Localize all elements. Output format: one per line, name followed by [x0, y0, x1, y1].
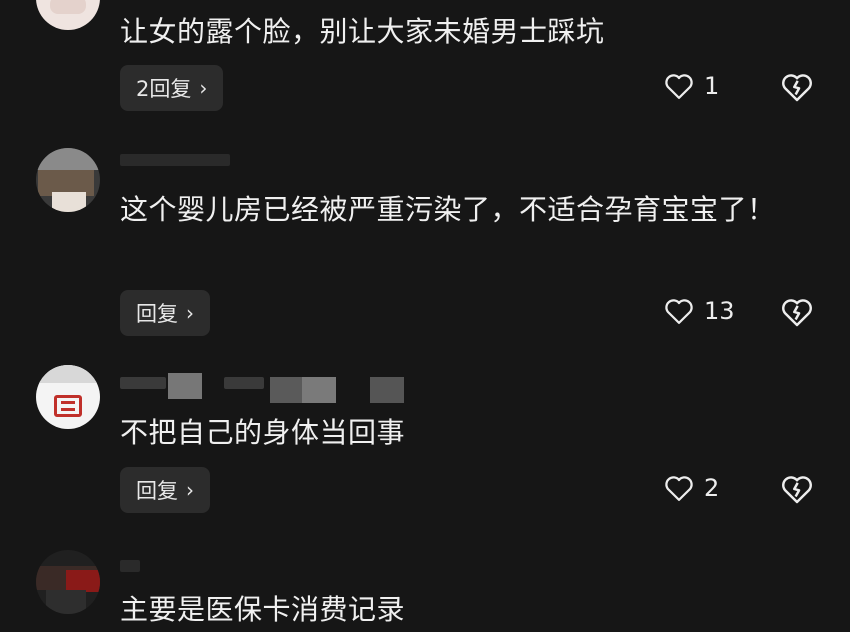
comment-item: 主要是医保卡消费记录 — [0, 548, 850, 632]
reply-label: 回复 — [136, 479, 178, 503]
username[interactable] — [120, 556, 160, 578]
broken-heart-icon[interactable] — [780, 474, 814, 504]
comment-item: 不把自己的身体当回事 回复 › 2 — [0, 365, 850, 530]
username[interactable] — [120, 373, 410, 403]
heart-icon — [665, 476, 693, 501]
comment-item: 这个婴儿房已经被严重污染了，不适合孕育宝宝了！ 回复 › 13 — [0, 140, 850, 350]
like-count: 1 — [704, 72, 720, 100]
chevron-right-icon: › — [199, 76, 208, 100]
like-button[interactable]: 13 — [664, 297, 735, 325]
like-count: 2 — [704, 474, 720, 502]
chevron-right-icon: › — [186, 301, 194, 325]
like-button[interactable]: 1 — [664, 72, 719, 100]
reply-button[interactable]: 回复 › — [120, 290, 210, 336]
avatar[interactable] — [36, 148, 100, 212]
like-button[interactable]: 2 — [664, 474, 719, 502]
avatar[interactable] — [36, 0, 100, 30]
comment-text: 不把自己的身体当回事 — [120, 416, 406, 449]
chevron-right-icon: › — [186, 478, 194, 502]
broken-heart-icon[interactable] — [780, 72, 814, 102]
heart-icon — [665, 74, 693, 99]
comment-text: 主要是医保卡消费记录 — [120, 593, 406, 626]
comment-text: 让女的露个脸，别让大家未婚男士踩坑 — [120, 15, 605, 48]
reply-button[interactable]: 回复 › — [120, 467, 210, 513]
comment-item: 让女的露个脸，别让大家未婚男士踩坑 2回复 › 1 — [0, 0, 850, 125]
reply-label: 2回复 — [136, 77, 192, 101]
reply-button[interactable]: 2回复 › — [120, 65, 224, 111]
comment-text: 这个婴儿房已经被严重污染了，不适合孕育宝宝了！ — [120, 193, 776, 226]
username[interactable] — [120, 150, 240, 172]
avatar[interactable] — [36, 365, 100, 429]
broken-heart-icon[interactable] — [780, 297, 814, 327]
heart-icon — [665, 299, 693, 324]
like-count: 13 — [704, 297, 735, 325]
reply-label: 回复 — [136, 302, 178, 326]
avatar[interactable] — [36, 550, 100, 614]
